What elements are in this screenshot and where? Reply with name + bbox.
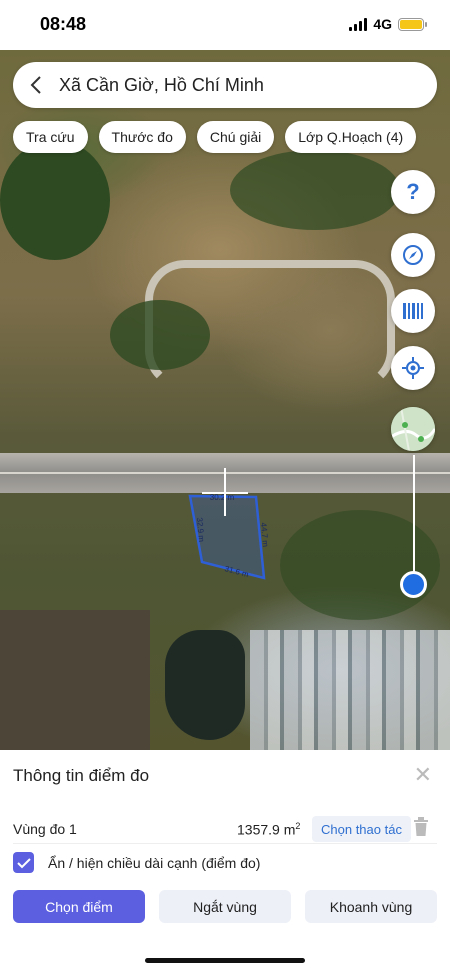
edge-length-toggle[interactable]: Ẩn / hiện chiều dài cạnh (điểm đo): [13, 852, 260, 873]
measure-area-row: Vùng đo 1 1357.9 m2 Chọn thao tác: [13, 815, 437, 843]
trash-icon: [414, 816, 428, 836]
panel-title: Thông tin điểm đo: [13, 766, 150, 785]
barcode-icon: [403, 303, 423, 319]
chip-tra-cuu[interactable]: Tra cứu: [13, 121, 88, 153]
area-label: Vùng đo 1: [13, 821, 77, 837]
compass-icon: [403, 245, 423, 265]
crosshair-icon: [202, 492, 248, 494]
measured-parcel[interactable]: 30.2 m 32.9 m 44.7 m 31.6 m: [0, 50, 450, 750]
choose-point-button[interactable]: Chọn điểm: [13, 890, 145, 923]
opacity-slider-handle[interactable]: [400, 571, 427, 598]
break-area-button[interactable]: Ngắt vùng: [159, 890, 291, 923]
edge-label-top: 30.2 m: [210, 493, 235, 502]
search-location-text[interactable]: Xã Cần Giờ, Hồ Chí Minh: [59, 75, 264, 96]
chip-chu-giai[interactable]: Chú giải: [196, 121, 275, 153]
map-layer-button[interactable]: [391, 407, 435, 451]
edge-length-label: Ẩn / hiện chiều dài cạnh (điểm đo): [48, 854, 261, 871]
help-icon: ?: [406, 179, 420, 204]
home-indicator: [145, 958, 305, 963]
choose-action-button[interactable]: Chọn thao tác: [312, 816, 411, 842]
status-time: 08:48: [40, 14, 87, 34]
status-indicators: 4G: [349, 16, 427, 32]
measure-info-panel: Thông tin điểm đo ✕ Vùng đo 1 1357.9 m2 …: [0, 750, 450, 972]
locate-icon: [402, 357, 424, 379]
draw-area-button[interactable]: Khoanh vùng: [305, 890, 437, 923]
battery-icon: [398, 17, 427, 31]
signal-icon: [349, 17, 368, 31]
opacity-slider-track[interactable]: [413, 455, 415, 585]
edge-length-checkbox[interactable]: [13, 852, 34, 873]
search-bar[interactable]: Xã Cần Giờ, Hồ Chí Minh: [13, 62, 437, 108]
chevron-left-icon: [30, 76, 41, 94]
locate-button[interactable]: [391, 346, 435, 390]
chip-lop-quy-hoach[interactable]: Lớp Q.Hoạch (4): [285, 121, 417, 153]
barcode-button[interactable]: [391, 289, 435, 333]
help-button[interactable]: ?: [391, 170, 435, 214]
delete-button[interactable]: [413, 816, 429, 842]
close-icon[interactable]: ✕: [414, 762, 432, 788]
area-value: 1357.9 m2: [237, 820, 301, 838]
divider: [13, 843, 437, 844]
network-label: 4G: [373, 16, 392, 32]
map-layer-icon: [391, 407, 435, 451]
compass-button[interactable]: [391, 233, 435, 277]
satellite-map[interactable]: 30.2 m 32.9 m 44.7 m 31.6 m: [0, 50, 450, 750]
status-bar: 08:48 4G: [0, 0, 450, 50]
toolbar-chips: Tra cứu Thước đo Chú giải Lớp Q.Hoạch (4…: [13, 121, 417, 153]
back-button[interactable]: [13, 62, 59, 108]
chip-thuoc-do[interactable]: Thước đo: [98, 121, 186, 153]
checkmark-icon: [16, 857, 31, 868]
